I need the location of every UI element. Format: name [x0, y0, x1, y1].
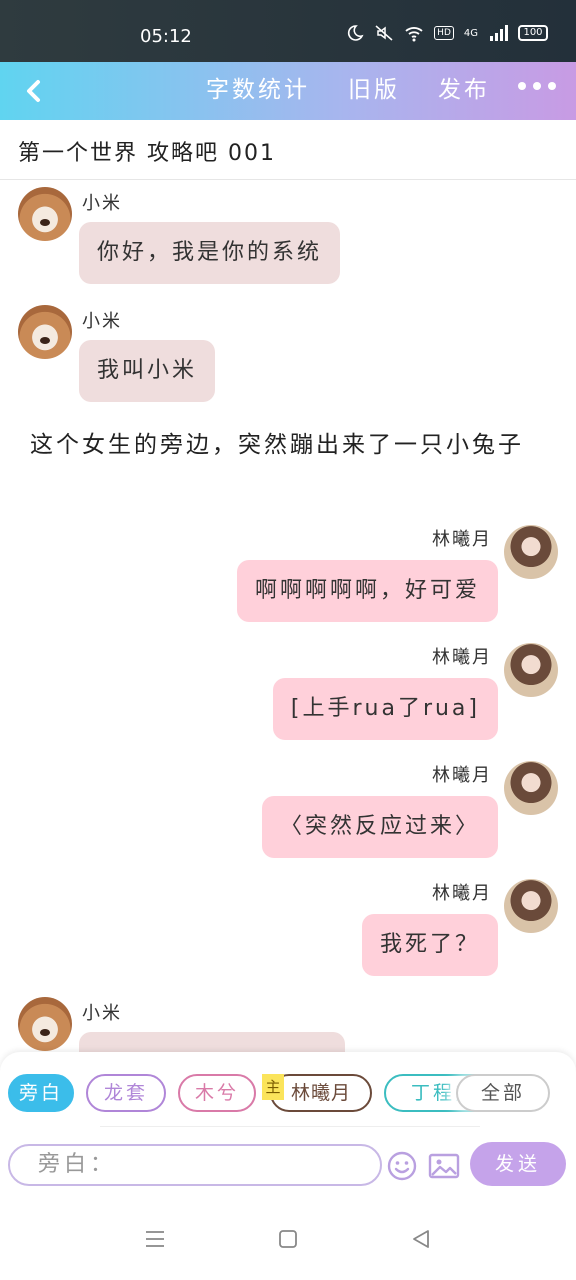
chat-bubble[interactable]: 〈突然反应过来〉: [261, 796, 498, 858]
sender-name: 林曦月: [432, 647, 492, 668]
hd-icon: HD: [434, 26, 454, 40]
chat-bubble[interactable]: 你好，我是你的系统: [79, 222, 341, 284]
chapter-title-bar: 第一个世界 攻略吧 001: [0, 120, 576, 180]
status-icons: HD 4G 100: [344, 24, 548, 42]
chat-bubble[interactable]: [上手rua了rua]: [272, 678, 498, 740]
image-icon[interactable]: [428, 1150, 460, 1182]
sender-name: 小米: [82, 1003, 122, 1024]
chat-area[interactable]: 小米 你好，我是你的系统 小米 我叫小米 这个女生的旁边，突然蹦出来了一只小兔子…: [0, 181, 576, 1052]
publish-button[interactable]: 发布: [438, 70, 490, 104]
chat-bubble[interactable]: 我叫小米: [79, 340, 216, 402]
role-chip-extra[interactable]: 龙套: [86, 1074, 166, 1112]
role-chip-linxiyue[interactable]: 林曦月: [270, 1074, 372, 1112]
role-chip-muxi[interactable]: 木兮: [178, 1074, 256, 1112]
battery-icon: 100: [518, 25, 548, 41]
status-bar: 05:12 HD 4G 100: [0, 0, 576, 62]
girl-avatar[interactable]: [504, 879, 558, 933]
puppy-avatar[interactable]: [18, 305, 72, 359]
message-input[interactable]: 旁白：: [8, 1144, 382, 1186]
role-chip-narrator[interactable]: 旁白: [8, 1074, 74, 1112]
moon-icon: [348, 25, 364, 41]
sender-name: 林曦月: [432, 529, 492, 550]
chat-bubble[interactable]: 我死了？: [361, 914, 498, 976]
puppy-avatar[interactable]: [18, 187, 72, 241]
girl-avatar[interactable]: [504, 525, 558, 579]
app-header: 字数统计 旧版 发布: [0, 62, 576, 120]
home-icon[interactable]: [277, 1228, 299, 1250]
back-arrow-icon[interactable]: [20, 74, 50, 108]
compose-panel: 旁白 龙套 木兮 林曦月 主 丁程鑫 全部 旁白： 发送: [0, 1052, 576, 1188]
main-character-tag: 主: [262, 1074, 284, 1100]
divider: [100, 1126, 480, 1127]
send-button[interactable]: 发送: [470, 1142, 566, 1186]
sender-name: 林曦月: [432, 883, 492, 904]
sender-name: 小米: [82, 311, 122, 332]
wifi-icon: [405, 27, 423, 42]
menu-icon[interactable]: [144, 1228, 166, 1250]
more-options-icon[interactable]: [518, 82, 556, 90]
chat-bubble[interactable]: [79, 1032, 345, 1052]
sender-name: 林曦月: [432, 765, 492, 786]
role-chip-all[interactable]: 全部: [456, 1074, 550, 1112]
chat-bubble[interactable]: 啊啊啊啊啊，好可爱: [236, 560, 498, 622]
emoji-icon[interactable]: [386, 1150, 418, 1182]
sender-name: 小米: [82, 193, 122, 214]
role-selector: 旁白 龙套 木兮 林曦月 主 丁程鑫 全部: [8, 1074, 568, 1114]
system-nav-bar: [0, 1188, 576, 1280]
girl-avatar[interactable]: [504, 761, 558, 815]
status-time: 05:12: [140, 26, 192, 47]
girl-avatar[interactable]: [504, 643, 558, 697]
signal-icon: [490, 25, 508, 41]
old-version-button[interactable]: 旧版: [348, 70, 400, 104]
chapter-title[interactable]: 第一个世界 攻略吧 001: [18, 135, 276, 167]
network-label: 4G: [463, 27, 478, 39]
word-count-button[interactable]: 字数统计: [206, 70, 310, 104]
narration-text[interactable]: 这个女生的旁边，突然蹦出来了一只小兔子: [30, 423, 550, 467]
puppy-avatar[interactable]: [18, 997, 72, 1051]
mute-icon: [375, 25, 393, 41]
back-icon[interactable]: [410, 1228, 432, 1250]
header-menu: 字数统计 旧版 发布: [206, 70, 490, 104]
